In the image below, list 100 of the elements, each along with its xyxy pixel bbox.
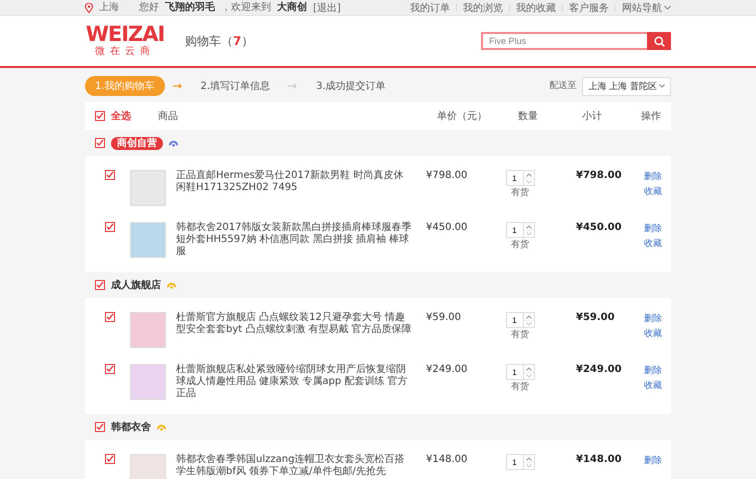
- search-field[interactable]: Five Plus: [481, 32, 647, 50]
- subtotal: ¥59.00: [576, 312, 616, 323]
- item-action-link[interactable]: 删除: [644, 222, 671, 235]
- greeting-text: 您好: [139, 1, 159, 15]
- select-all-label: 全选: [111, 110, 132, 123]
- item-action-link[interactable]: 收藏: [644, 185, 671, 198]
- checkbox[interactable]: [95, 280, 105, 290]
- decrease-button[interactable]: [524, 462, 534, 469]
- subtotal: ¥148.00: [576, 454, 623, 465]
- checkbox[interactable]: [95, 138, 105, 148]
- logout-link[interactable]: [退出]: [313, 0, 341, 14]
- stock-status: 有货: [511, 188, 529, 199]
- unit-price: ¥798.00: [426, 170, 468, 181]
- checkbox[interactable]: [105, 222, 115, 232]
- column-header: 商品: [158, 110, 179, 123]
- store-icon: [157, 422, 166, 432]
- stock-status: 有货: [511, 382, 529, 393]
- product-description: 杜蕾斯官方旗舰店 凸点螺纹装12只避孕套大号 情趣型安全套套byt 凸点螺纹刺激 有型易戴 官方品质保障: [176, 312, 413, 336]
- product-description: 杜蕾斯旗舰店私处紧致哑铃缩阴球女用产后恢复缩阴球成人情趣性用品 健康紧致 专属app 配套训练 官方正品: [176, 364, 409, 400]
- welcome-text: ，欢迎来到: [221, 0, 271, 15]
- product-description: 正品直邮Hermes爱马仕2017新款男鞋 时尚真皮休闲鞋H171325ZH02 7495: [176, 170, 404, 194]
- decrease-button[interactable]: [524, 320, 534, 327]
- unit-price: ¥148.00: [426, 454, 468, 465]
- column-header: 数量: [518, 110, 539, 123]
- checkbox[interactable]: [95, 422, 105, 432]
- column-header: 小计: [582, 110, 603, 123]
- checkbox[interactable]: [105, 454, 115, 464]
- cart-title: 购物车（7）: [185, 32, 254, 50]
- unit-price: ¥249.00: [426, 364, 468, 375]
- checkbox[interactable]: [105, 364, 115, 374]
- item-action-link[interactable]: 收藏: [644, 327, 671, 340]
- caret-down-icon: [526, 232, 532, 236]
- quantity-input[interactable]: 1: [506, 170, 522, 186]
- caret-up-icon: [526, 224, 532, 228]
- checkbox[interactable]: [95, 111, 105, 121]
- username-text: 飞翔的羽毛: [165, 0, 215, 15]
- column-header: 单价（元）: [437, 110, 488, 123]
- increase-button[interactable]: [524, 313, 534, 320]
- checkout-step: 2.填写订单信息: [190, 76, 280, 96]
- increase-button[interactable]: [524, 171, 534, 178]
- search-icon: [654, 36, 664, 46]
- checkout-step: 3.成功提交订单: [306, 76, 396, 96]
- quantity-input[interactable]: 1: [506, 222, 522, 238]
- item-action-link[interactable]: 删除: [644, 312, 671, 325]
- checkout-step: 1.我的购物车: [85, 76, 165, 96]
- increase-button[interactable]: [524, 365, 534, 372]
- site-nav-menu[interactable]: 网站导航: [622, 0, 671, 14]
- top-nav-link[interactable]: 我的收藏: [516, 0, 556, 14]
- store-name: 成人旗舰店: [111, 278, 161, 292]
- caret-down-icon: [526, 180, 532, 184]
- arrow-right-icon: [288, 83, 298, 89]
- increase-button[interactable]: [524, 455, 534, 462]
- chevron-down-icon: [664, 5, 671, 10]
- caret-up-icon: [526, 366, 532, 370]
- store-icon: [167, 280, 176, 290]
- item-action-link[interactable]: 删除: [644, 454, 671, 467]
- store-icon: [169, 138, 178, 148]
- chevron-down-icon: [659, 84, 665, 88]
- increase-button[interactable]: [524, 223, 534, 230]
- search-button[interactable]: [647, 32, 671, 50]
- product-description: 韩都衣舍春季韩国ulzzang连帽卫衣女套头宽松百搭学生韩版潮bf风 领券下单立减/单件包邮/先抢先: [176, 454, 406, 478]
- unit-price: ¥59.00: [426, 312, 462, 323]
- caret-up-icon: [526, 172, 532, 176]
- top-nav-link[interactable]: 客户服务: [569, 0, 609, 14]
- product-description: 韩都衣舍2017韩版女装新款黑白拼接插肩棒球服春季短外套HH5597妠 朴信惠同款 黑白拼接 插肩袖 棒球服: [176, 222, 412, 258]
- decrease-button[interactable]: [524, 178, 534, 185]
- region-dropdown[interactable]: 上海 上海 普陀区: [582, 76, 671, 96]
- subtotal: ¥798.00: [576, 170, 623, 181]
- decrease-button[interactable]: [524, 372, 534, 379]
- subtotal: ¥450.00: [576, 222, 623, 233]
- caret-down-icon: [526, 464, 532, 468]
- quantity-input[interactable]: 1: [506, 364, 522, 380]
- decrease-button[interactable]: [524, 230, 534, 237]
- store-name: 韩都衣舍: [111, 420, 151, 434]
- location-pin-icon: [85, 2, 93, 12]
- top-nav-link[interactable]: 我的订单: [410, 0, 450, 14]
- caret-down-icon: [526, 374, 532, 378]
- quantity-input[interactable]: 1: [506, 454, 522, 470]
- stock-status: 有货: [511, 330, 529, 341]
- item-action-link[interactable]: 收藏: [644, 237, 671, 250]
- store-badge: 商创自营: [111, 136, 163, 150]
- item-action-link[interactable]: 删除: [644, 170, 671, 183]
- item-action-link[interactable]: 收藏: [644, 379, 671, 392]
- unit-price: ¥450.00: [426, 222, 468, 233]
- caret-down-icon: [526, 322, 532, 326]
- location-text: 上海: [99, 0, 119, 15]
- site-name-text: 大商创: [277, 0, 307, 15]
- column-header: 操作: [641, 110, 662, 123]
- item-action-link[interactable]: 删除: [644, 364, 671, 377]
- top-nav-link[interactable]: 我的浏览: [463, 0, 503, 14]
- caret-up-icon: [526, 456, 532, 460]
- checkbox[interactable]: [105, 170, 115, 180]
- stock-status: 有货: [511, 240, 529, 251]
- checkbox[interactable]: [105, 312, 115, 322]
- subtotal: ¥249.00: [576, 364, 623, 375]
- caret-up-icon: [526, 314, 532, 318]
- quantity-input[interactable]: 1: [506, 312, 522, 328]
- logo[interactable]: WEIZAI 微在云商: [85, 24, 165, 58]
- arrow-right-icon: [172, 83, 183, 89]
- delivery-label: 配送至: [549, 80, 576, 92]
